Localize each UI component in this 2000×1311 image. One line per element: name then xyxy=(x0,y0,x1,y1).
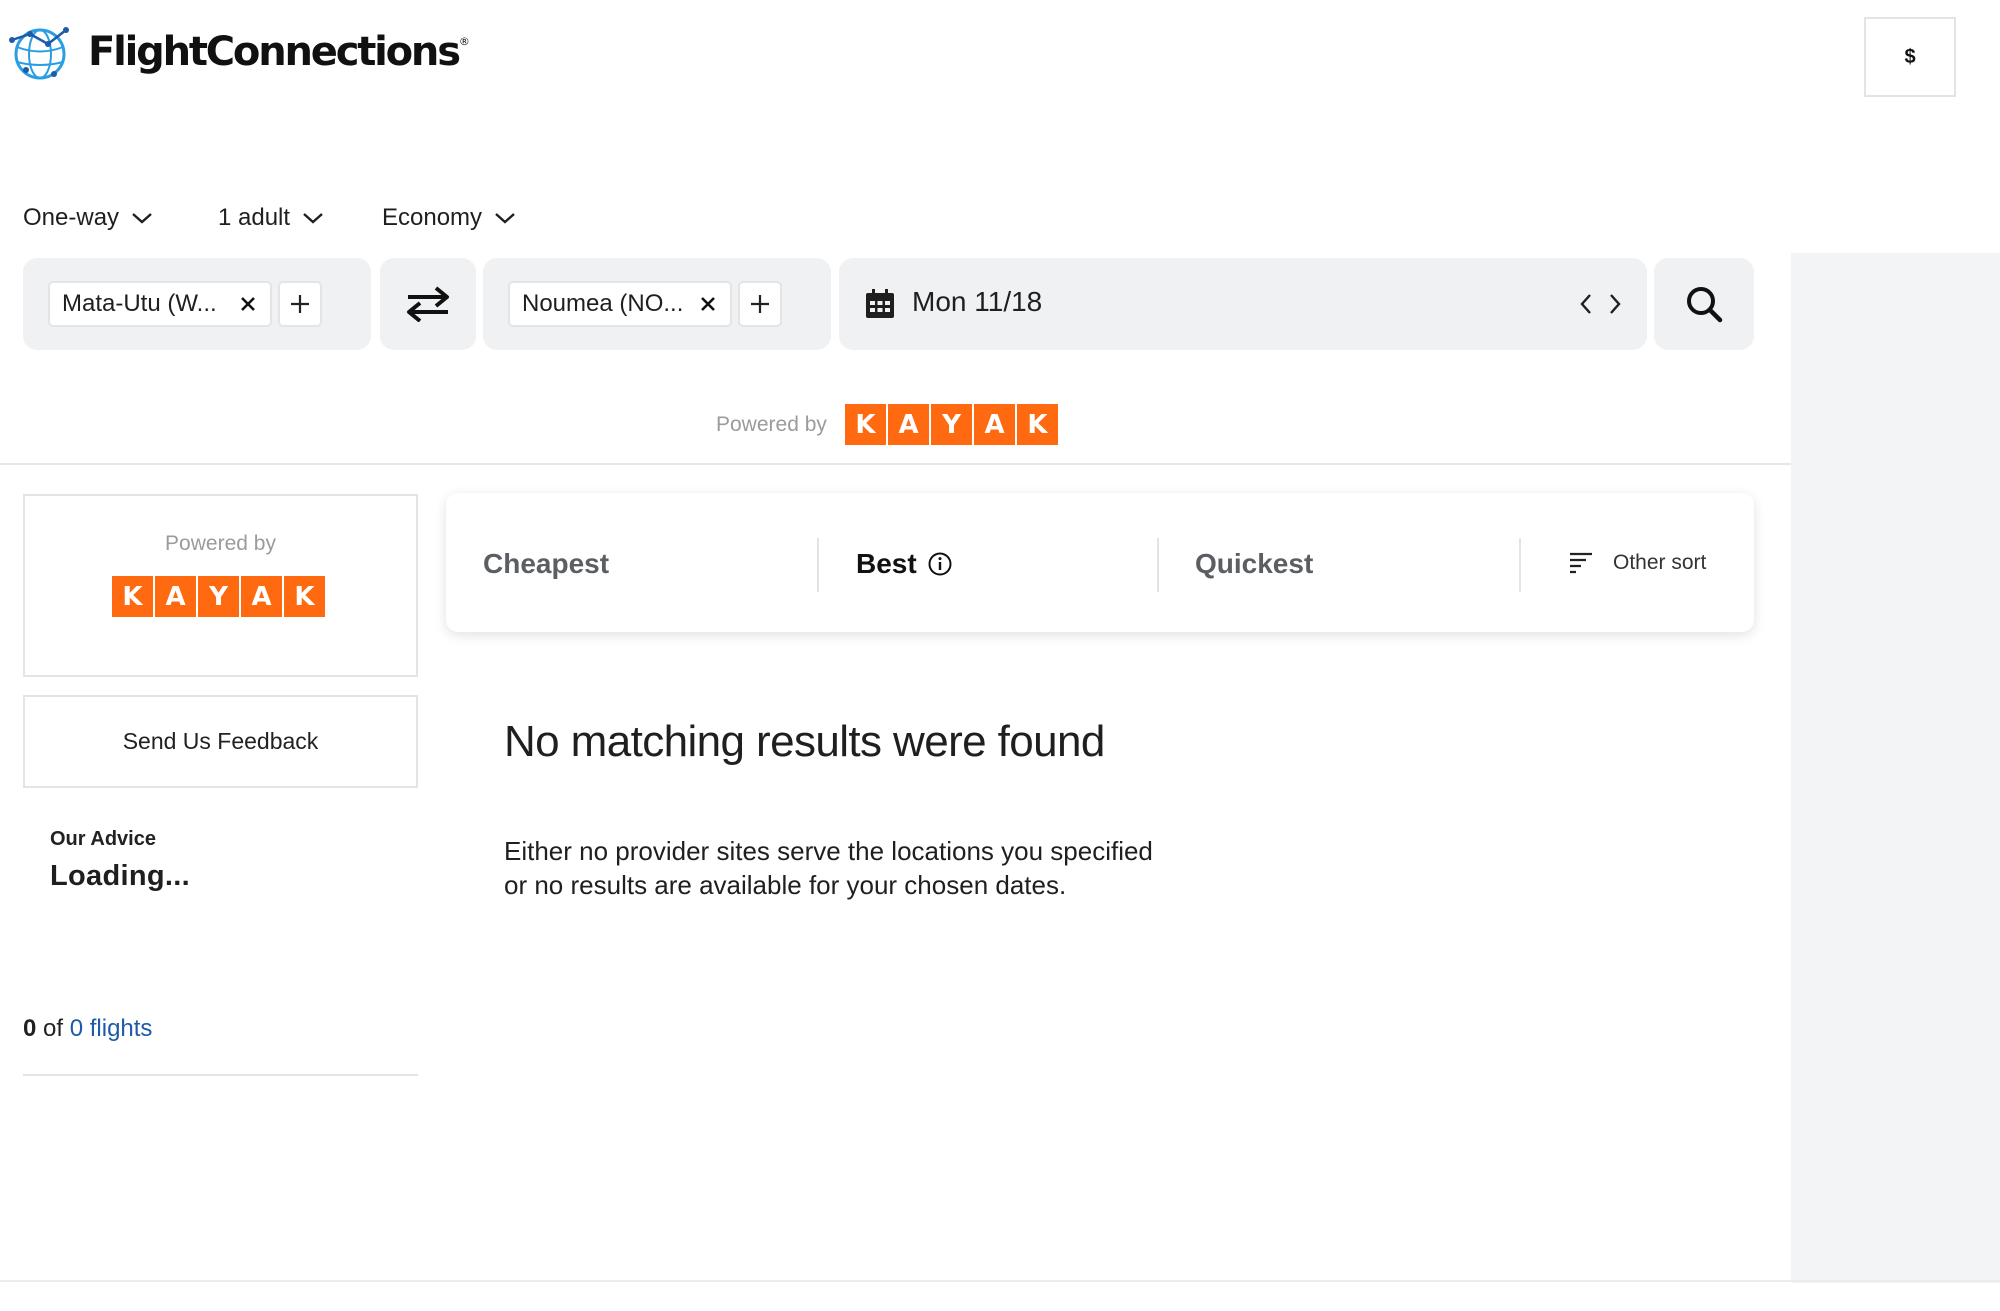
sort-bar xyxy=(446,493,1754,632)
search-icon xyxy=(1687,287,1723,323)
brand-name: FlightConnections® xyxy=(88,29,470,75)
destination-value: Noumea (NO... xyxy=(522,290,684,317)
date-value: Mon 11/18 xyxy=(912,286,1043,317)
kayak-letter: A xyxy=(974,404,1015,445)
info-icon[interactable] xyxy=(927,551,953,577)
count-shown: 0 xyxy=(23,1015,37,1042)
send-feedback-button[interactable]: Send Us Feedback xyxy=(23,695,418,788)
no-results-line: or no results are available for your cho… xyxy=(504,870,1067,900)
calendar-icon xyxy=(866,289,894,318)
add-destination-button[interactable] xyxy=(738,281,782,327)
chevron-down-icon xyxy=(495,213,515,224)
cabin-label: Economy xyxy=(382,204,483,231)
kayak-letter: K xyxy=(1017,404,1058,445)
kayak-letter: K xyxy=(845,404,886,445)
plus-icon xyxy=(291,295,309,313)
sort-icon[interactable] xyxy=(1568,550,1594,576)
swap-icon xyxy=(407,286,449,322)
kayak-logo[interactable]: K A Y A K xyxy=(845,404,1058,445)
passengers-label: 1 adult xyxy=(218,204,291,231)
kayak-letter: Y xyxy=(931,404,972,445)
sort-quickest[interactable]: Quickest xyxy=(1195,548,1313,580)
kayak-letter: K xyxy=(112,576,153,617)
chevron-down-icon xyxy=(132,213,152,224)
destination-chip[interactable]: Noumea (NO... xyxy=(508,281,732,327)
kayak-letter: A xyxy=(155,576,196,617)
brand-logo[interactable]: FlightConnections® xyxy=(8,20,470,84)
search-button[interactable] xyxy=(1654,258,1754,350)
kayak-logo[interactable]: K A Y A K xyxy=(112,576,325,617)
count-of: of xyxy=(43,1015,64,1042)
trip-type-label: One-way xyxy=(23,204,120,231)
currency-button[interactable]: $ xyxy=(1864,17,1956,97)
divider xyxy=(1157,538,1159,592)
close-icon[interactable] xyxy=(696,292,720,316)
sort-best[interactable]: Best xyxy=(856,548,953,580)
kayak-letter: Y xyxy=(198,576,239,617)
globe-logo-icon xyxy=(9,27,69,80)
flight-count: 0 of 0 flights xyxy=(23,1015,152,1043)
advice-value: Loading... xyxy=(50,860,190,892)
chevron-left-icon[interactable] xyxy=(1578,292,1594,316)
powered-by-label: Powered by xyxy=(716,413,827,436)
plus-icon xyxy=(751,295,769,313)
add-origin-button[interactable] xyxy=(278,281,322,327)
kayak-letter: K xyxy=(284,576,325,617)
no-results-line: Either no provider sites serve the locat… xyxy=(504,836,1153,866)
no-results-title: No matching results were found xyxy=(504,717,1105,766)
divider xyxy=(0,463,1791,465)
chevron-right-icon[interactable] xyxy=(1607,292,1623,316)
trip-type-dropdown[interactable]: One-way xyxy=(23,196,153,240)
divider xyxy=(1519,538,1521,592)
cabin-dropdown[interactable]: Economy xyxy=(382,196,516,240)
close-icon[interactable] xyxy=(236,292,260,316)
other-sort-button[interactable]: Other sort xyxy=(1613,551,1706,575)
sort-best-label: Best xyxy=(856,548,917,579)
count-total-link[interactable]: 0 flights xyxy=(70,1015,153,1042)
ad-sidebar xyxy=(1791,253,2000,1283)
currency-symbol: $ xyxy=(1904,45,1916,68)
no-results-description: Either no provider sites serve the locat… xyxy=(504,834,1153,902)
kayak-letter: A xyxy=(241,576,282,617)
divider xyxy=(817,538,819,592)
advice-title: Our Advice xyxy=(50,828,156,850)
origin-chip[interactable]: Mata-Utu (W... xyxy=(48,281,272,327)
feedback-label: Send Us Feedback xyxy=(122,728,319,754)
swap-button[interactable] xyxy=(380,258,476,350)
chevron-down-icon xyxy=(303,213,323,224)
kayak-letter: A xyxy=(888,404,929,445)
divider xyxy=(23,1074,418,1076)
divider xyxy=(0,1280,2000,1282)
origin-value: Mata-Utu (W... xyxy=(62,290,217,317)
passengers-dropdown[interactable]: 1 adult xyxy=(218,196,324,240)
powered-by-label: Powered by xyxy=(165,532,276,555)
sort-cheapest[interactable]: Cheapest xyxy=(483,548,609,580)
